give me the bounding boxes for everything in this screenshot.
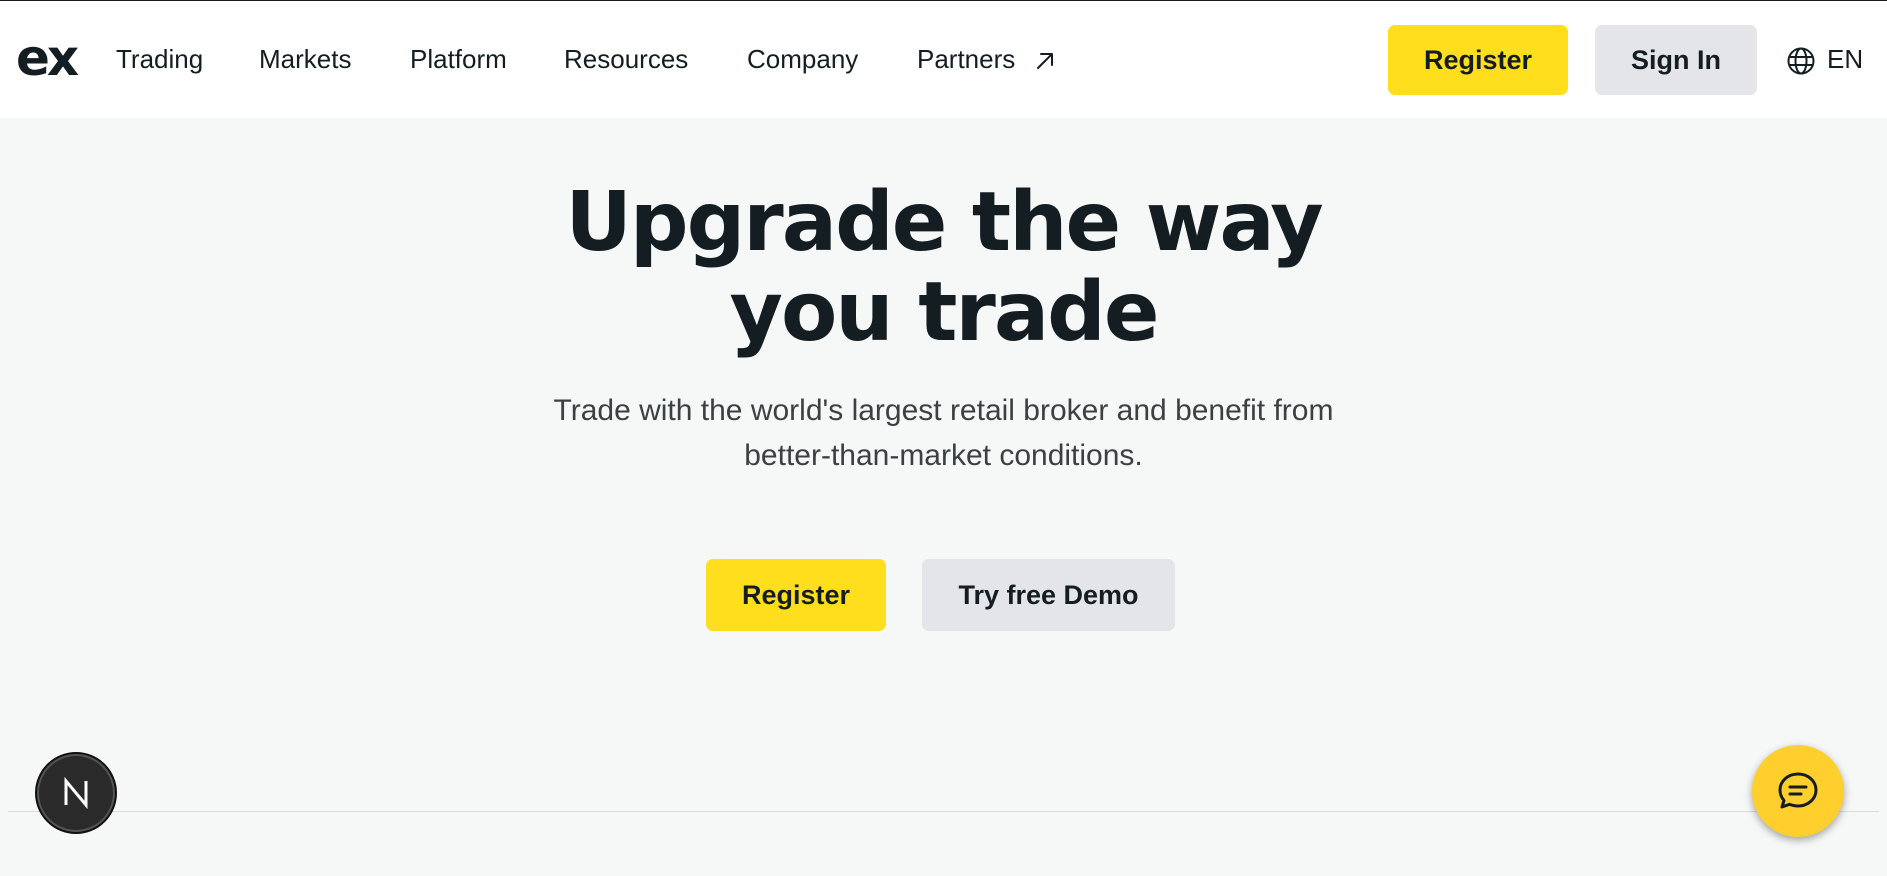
globe-icon[interactable] (1786, 46, 1816, 76)
site-header: ex Trading Markets Platform Resources Co… (0, 1, 1887, 118)
header-signin-button[interactable]: Sign In (1595, 25, 1757, 95)
hero-subtitle: Trade with the world's largest retail br… (0, 388, 1887, 478)
header-register-button[interactable]: Register (1388, 25, 1568, 95)
nav-item-resources[interactable]: Resources (564, 41, 688, 77)
hero-subtitle-line-2: better-than-market conditions. (744, 439, 1143, 472)
nav-item-company[interactable]: Company (747, 41, 858, 77)
hero-title: Upgrade the way you trade (0, 178, 1887, 358)
hero-title-line-1: Upgrade the way (565, 175, 1323, 270)
section-divider (8, 811, 1879, 812)
chat-bubble-icon (1778, 772, 1818, 809)
nav-item-platform[interactable]: Platform (410, 41, 507, 77)
chat-button[interactable] (1752, 745, 1844, 837)
nav-item-partners[interactable]: Partners (917, 41, 1015, 77)
hero-title-line-2: you trade (729, 265, 1160, 360)
brand-logo[interactable]: ex (16, 28, 79, 88)
external-arrow-icon (1037, 53, 1053, 69)
try-demo-button[interactable]: Try free Demo (922, 559, 1175, 631)
language-selector[interactable]: EN (1827, 41, 1863, 77)
n-badge-button[interactable] (35, 752, 117, 834)
hero-register-button[interactable]: Register (706, 559, 886, 631)
n-letter-icon (64, 776, 88, 810)
nav-item-trading[interactable]: Trading (116, 41, 203, 77)
nav-item-markets[interactable]: Markets (259, 41, 351, 77)
hero-subtitle-line-1: Trade with the world's largest retail br… (553, 394, 1334, 427)
